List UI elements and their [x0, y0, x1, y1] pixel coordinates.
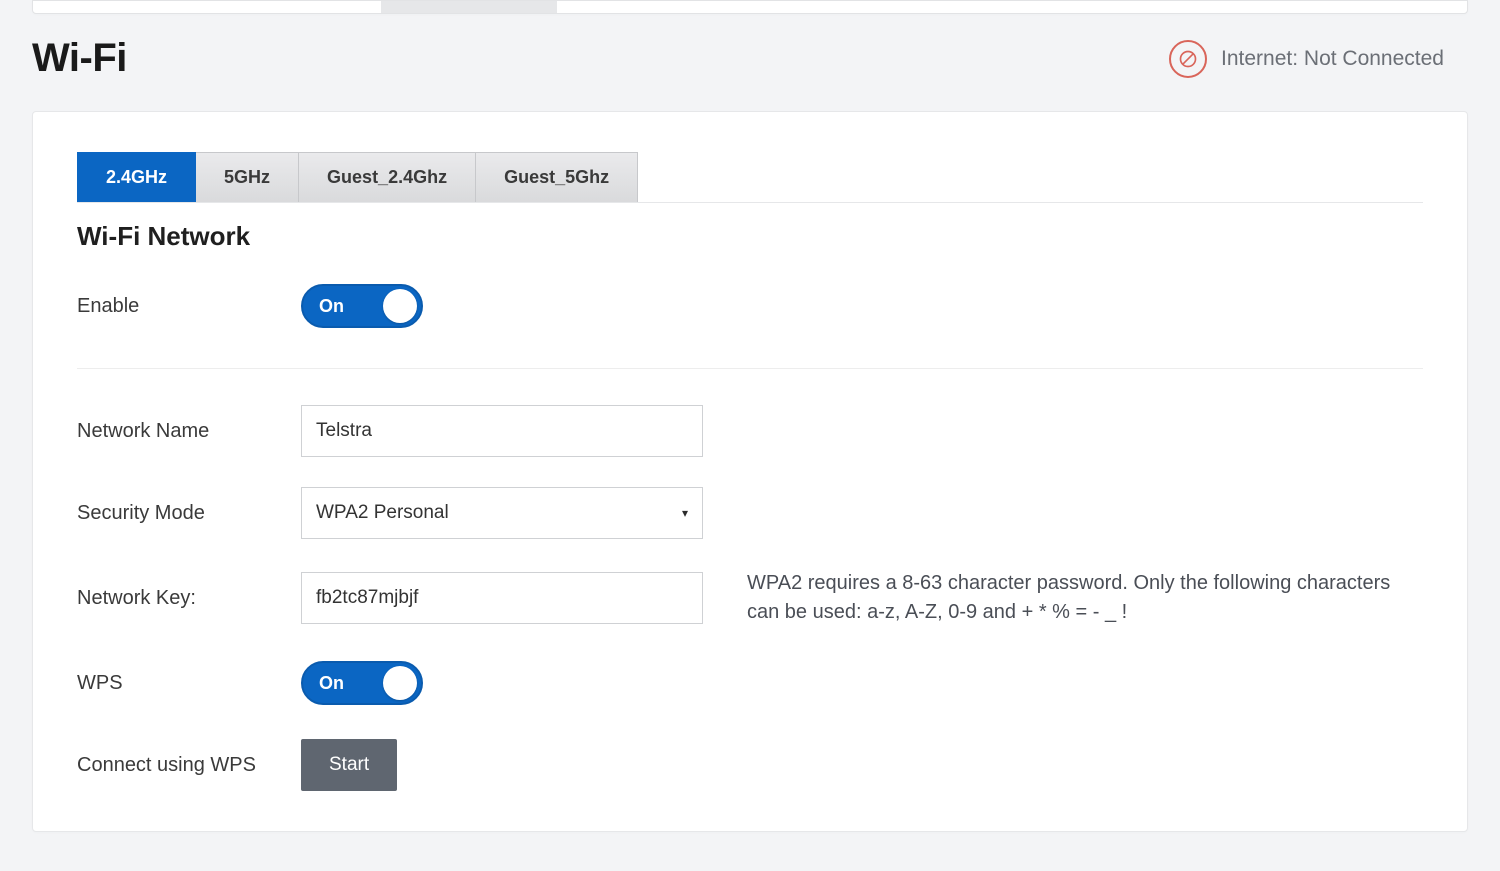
- tab-5ghz[interactable]: 5GHz: [196, 152, 299, 202]
- row-network-key: Network Key: WPA2 requires a 8-63 charac…: [77, 569, 1423, 627]
- row-wps: WPS On: [77, 657, 1423, 709]
- row-enable: Enable On: [77, 280, 1423, 332]
- network-name-input[interactable]: [301, 405, 703, 457]
- page-title: Wi-Fi: [32, 36, 127, 81]
- tab-label: 5GHz: [224, 167, 270, 187]
- toggle-on-label: On: [319, 673, 344, 694]
- enable-label: Enable: [77, 295, 301, 318]
- tab-label: Guest_5Ghz: [504, 167, 609, 187]
- wifi-panel: 2.4GHz 5GHz Guest_2.4Ghz Guest_5Ghz Wi-F…: [32, 111, 1468, 832]
- tab-label: 2.4GHz: [106, 167, 167, 187]
- row-network-name: Network Name: [77, 405, 1423, 457]
- enable-toggle[interactable]: On: [301, 284, 423, 328]
- security-mode-select[interactable]: WPA2 Personal ▾: [301, 487, 703, 539]
- top-nav-strip: [32, 0, 1468, 14]
- start-button[interactable]: Start: [301, 739, 397, 791]
- tab-guest-2-4ghz[interactable]: Guest_2.4Ghz: [299, 152, 476, 202]
- toggle-knob: [383, 666, 417, 700]
- chevron-down-icon: ▾: [682, 506, 688, 520]
- toggle-on-label: On: [319, 296, 344, 317]
- wps-label: WPS: [77, 672, 301, 695]
- network-key-help: WPA2 requires a 8-63 character password.…: [703, 569, 1423, 627]
- no-internet-icon: [1169, 40, 1207, 78]
- wps-toggle[interactable]: On: [301, 661, 423, 705]
- divider: [77, 368, 1423, 369]
- band-tabs: 2.4GHz 5GHz Guest_2.4Ghz Guest_5Ghz: [77, 152, 1423, 203]
- tab-2-4ghz[interactable]: 2.4GHz: [77, 152, 196, 202]
- network-key-label: Network Key:: [77, 587, 301, 610]
- tab-guest-5ghz[interactable]: Guest_5Ghz: [476, 152, 638, 202]
- security-mode-value: WPA2 Personal: [316, 502, 449, 524]
- security-mode-label: Security Mode: [77, 502, 301, 525]
- tab-label: Guest_2.4Ghz: [327, 167, 447, 187]
- network-name-label: Network Name: [77, 420, 301, 443]
- section-title: Wi-Fi Network: [77, 221, 1423, 252]
- start-button-label: Start: [329, 754, 369, 776]
- connect-wps-label: Connect using WPS: [77, 754, 301, 777]
- internet-status: Internet: Not Connected: [1169, 40, 1444, 78]
- toggle-knob: [383, 289, 417, 323]
- internet-status-label: Internet: Not Connected: [1221, 47, 1444, 71]
- top-nav-active-placeholder: [381, 1, 557, 13]
- row-connect-wps: Connect using WPS Start: [77, 739, 1423, 791]
- page-header: Wi-Fi Internet: Not Connected: [0, 14, 1500, 111]
- row-security-mode: Security Mode WPA2 Personal ▾: [77, 487, 1423, 539]
- network-key-input[interactable]: [301, 572, 703, 624]
